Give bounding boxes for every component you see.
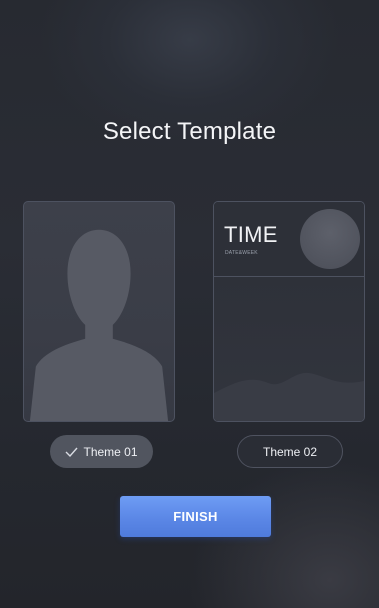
theme-02-date-text: DATE&WEEK <box>225 250 258 256</box>
theme-02-time-text: TIME <box>224 222 278 247</box>
theme-02-label: Theme 02 <box>262 444 318 459</box>
theme-01-card[interactable] <box>23 201 175 422</box>
avatar-placeholder-icon <box>300 209 360 269</box>
theme-02-body <box>214 277 364 421</box>
theme-02-header: TIME DATE&WEEK <box>214 202 364 277</box>
theme-02-card[interactable]: TIME DATE&WEEK <box>213 201 365 422</box>
theme-01-button[interactable]: Theme 01 <box>50 435 153 468</box>
check-icon <box>65 447 79 457</box>
landscape-icon <box>214 372 364 421</box>
template-select-screen: Select Template TIME DATE&WEEK Theme 01 … <box>0 0 379 608</box>
theme-02-button[interactable]: Theme 02 <box>237 435 343 468</box>
theme-01-label: Theme 01 <box>83 444 138 459</box>
person-silhouette-icon <box>29 229 169 421</box>
page-title: Select Template <box>102 118 277 145</box>
finish-button[interactable]: FINISH <box>120 496 271 537</box>
